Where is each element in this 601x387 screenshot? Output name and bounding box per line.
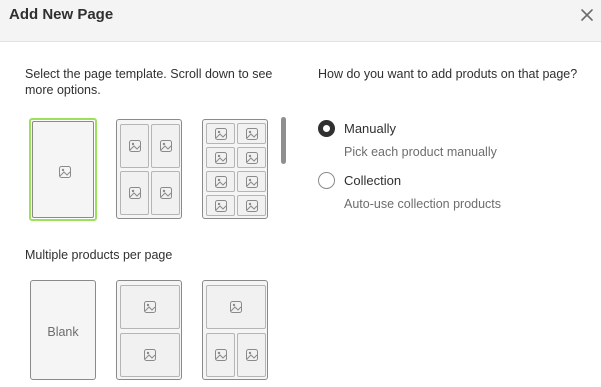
template-cell (120, 124, 149, 168)
template-one-top-two-bottom[interactable] (202, 280, 268, 380)
template-single-product[interactable] (29, 118, 97, 221)
image-placeholder-icon (230, 301, 242, 313)
image-placeholder-icon (128, 140, 141, 152)
radio-button-checked[interactable] (318, 120, 335, 137)
close-icon[interactable] (578, 6, 596, 24)
template-cell (120, 285, 180, 329)
template-cell (237, 195, 266, 216)
image-placeholder-icon (245, 199, 258, 212)
template-cell (120, 333, 180, 377)
template-blank[interactable]: Blank (30, 280, 96, 380)
template-eight-grid[interactable] (202, 119, 268, 219)
template-cell (151, 171, 180, 215)
image-placeholder-icon (59, 166, 71, 178)
section-label: Multiple products per page (25, 248, 173, 262)
image-placeholder-icon (159, 140, 172, 152)
radio-help-manually: Pick each product manually (344, 145, 497, 159)
template-two-stacked[interactable] (116, 280, 182, 380)
template-cell (237, 147, 266, 168)
radio-collection[interactable]: Collection (318, 172, 401, 189)
image-placeholder-icon (245, 151, 258, 164)
blank-label: Blank (47, 325, 79, 339)
image-placeholder-icon (214, 349, 227, 361)
image-placeholder-icon (245, 127, 258, 140)
image-placeholder-icon (144, 349, 156, 361)
radio-button[interactable] (318, 172, 335, 189)
template-cell (151, 124, 180, 168)
image-placeholder-icon (128, 187, 141, 199)
template-four-grid[interactable] (116, 119, 182, 219)
dialog-header: Add New Page (0, 0, 601, 42)
template-cell (206, 171, 235, 192)
image-placeholder-icon (214, 127, 227, 140)
dialog-title: Add New Page (9, 6, 114, 23)
image-placeholder-icon (144, 301, 156, 313)
radio-label-collection: Collection (344, 173, 402, 188)
template-intro-text: Select the page template. Scroll down to… (25, 67, 273, 97)
radio-help-collection: Auto-use collection products (344, 197, 502, 211)
template-cell (206, 285, 266, 329)
template-cell (206, 195, 235, 216)
image-placeholder-icon (159, 187, 172, 199)
template-cell (237, 171, 266, 192)
template-cell (206, 147, 235, 168)
radio-manually[interactable]: Manually (318, 120, 396, 137)
image-placeholder-icon (214, 199, 227, 212)
image-placeholder-icon (214, 151, 227, 164)
image-placeholder-icon (245, 349, 258, 361)
template-cell (237, 123, 266, 144)
radio-label-manually: Manually (344, 121, 397, 136)
template-cell (237, 333, 266, 377)
image-placeholder-icon (245, 175, 258, 188)
add-method-question: How do you want to add produts on that p… (318, 67, 578, 81)
template-scrollbar[interactable] (281, 117, 286, 164)
template-cell (206, 123, 235, 144)
template-cell (206, 333, 235, 377)
template-cell (120, 171, 149, 215)
image-placeholder-icon (214, 175, 227, 188)
